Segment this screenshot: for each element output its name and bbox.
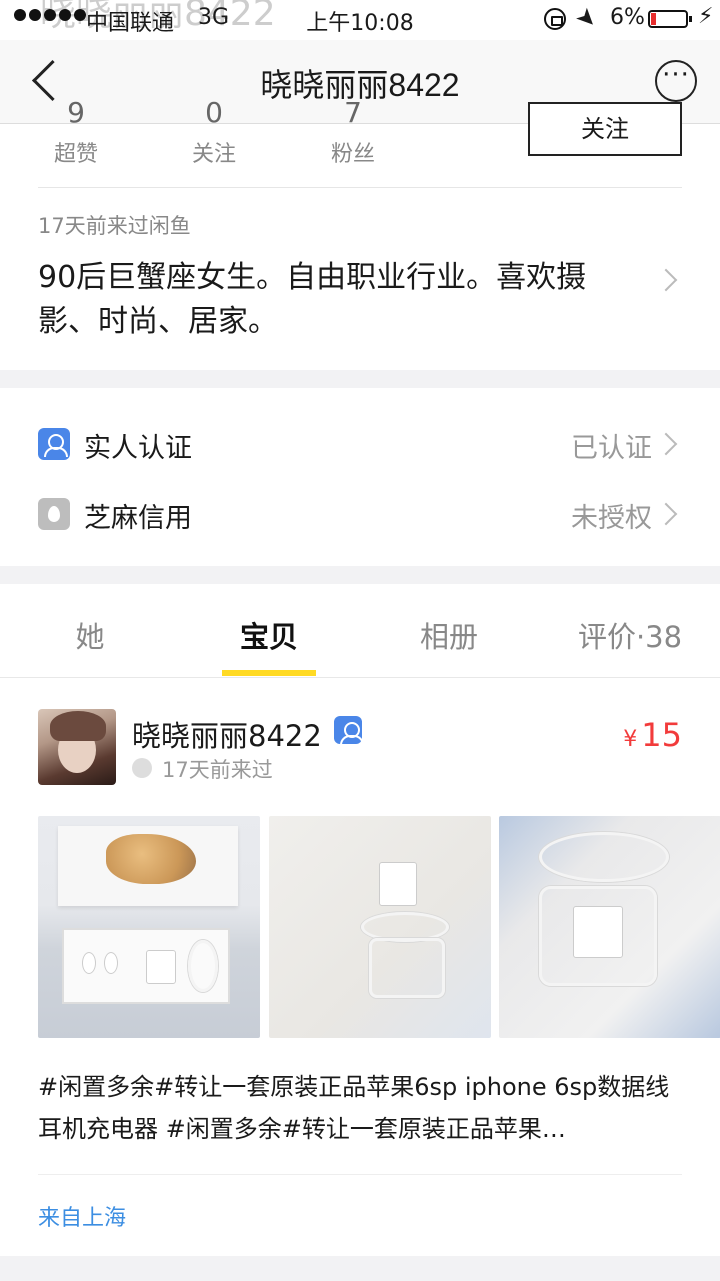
profile-tabs: 她 宝贝 相册 评价·38 [0, 584, 720, 678]
seller-avatar[interactable] [38, 709, 116, 785]
earbud-graphic [82, 952, 96, 974]
stat-likes-label[interactable]: 超赞 [36, 136, 116, 168]
chevron-right-icon [654, 268, 678, 292]
item-photo[interactable] [269, 816, 491, 1038]
more-options-button[interactable]: ··· [655, 60, 697, 102]
battery-icon [648, 10, 692, 28]
verified-badge-icon [334, 716, 364, 745]
cable-graphic [188, 940, 218, 992]
price-value: 15 [641, 716, 682, 754]
charger-graphic [573, 906, 623, 958]
item-photo[interactable] [499, 816, 720, 1038]
battery-percent: 6% [610, 5, 645, 30]
charging-bolt-icon: ⚡ [698, 4, 714, 29]
profile-section: 超赞 关注 粉丝 关注 17天前来过闲鱼 90后巨蟹座女生。自由职业行业。喜欢摄… [0, 102, 720, 370]
seller-last-seen: 17天前来过 [162, 758, 273, 782]
verify-status: 未授权 [571, 503, 652, 534]
follow-button[interactable]: 关注 [528, 102, 682, 156]
verify-status: 已认证 [571, 433, 652, 464]
verify-row-sesame-credit[interactable]: 芝麻信用 未授权 [0, 484, 720, 544]
orientation-lock-icon [544, 8, 566, 30]
phone-graphic [106, 834, 196, 884]
tab-items[interactable]: 宝贝 [179, 614, 359, 656]
earphone-case-graphic [369, 938, 445, 998]
verify-row-real-person[interactable]: 实人认证 已认证 [0, 414, 720, 474]
profile-bio[interactable]: 90后巨蟹座女生。自由职业行业。喜欢摄影、时尚、居家。 [38, 256, 628, 344]
verify-label: 芝麻信用 [84, 503, 192, 534]
person-verify-icon [38, 428, 70, 460]
box-tray-graphic [62, 928, 230, 1004]
verify-label: 实人认证 [84, 433, 192, 464]
status-bar: 晓晓丽丽8422 中国联通 3G 上午10:08 ➤ 6% ⚡ [0, 0, 720, 40]
verification-section: 实人认证 已认证 芝麻信用 未授权 [0, 388, 720, 566]
charger-graphic [379, 862, 417, 906]
clock-icon [132, 758, 152, 778]
active-tab-indicator [222, 670, 316, 676]
sesame-credit-icon [38, 498, 70, 530]
tab-album[interactable]: 相册 [359, 614, 539, 656]
tab-her[interactable]: 她 [0, 614, 180, 656]
cable-graphic [539, 832, 669, 882]
currency-symbol: ¥ [623, 727, 638, 752]
stat-fans-label[interactable]: 粉丝 [313, 136, 393, 168]
charger-graphic [146, 950, 176, 984]
divider [38, 187, 682, 188]
stat-following-label[interactable]: 关注 [174, 136, 254, 168]
item-description[interactable]: #闲置多余#转让一套原装正品苹果6sp iphone 6sp数据线耳机充电器 #… [38, 1066, 682, 1150]
earbud-graphic [104, 952, 118, 974]
item-card[interactable]: 晓晓丽丽8422 17天前来过 ¥15 #闲置多余#转让一套原装正品苹果6sp … [0, 678, 720, 1256]
seller-name[interactable]: 晓晓丽丽8422 [132, 713, 322, 755]
page-title: 晓晓丽丽8422 [260, 67, 460, 103]
chevron-right-icon [654, 432, 678, 456]
chevron-right-icon [654, 502, 678, 526]
tab-reviews[interactable]: 评价·38 [540, 614, 720, 656]
last-seen-text: 17天前来过闲鱼 [38, 214, 191, 238]
item-location: 来自上海 [38, 1206, 127, 1231]
item-photo[interactable] [38, 816, 260, 1038]
item-price: ¥15 [623, 716, 682, 754]
divider [38, 1174, 682, 1175]
